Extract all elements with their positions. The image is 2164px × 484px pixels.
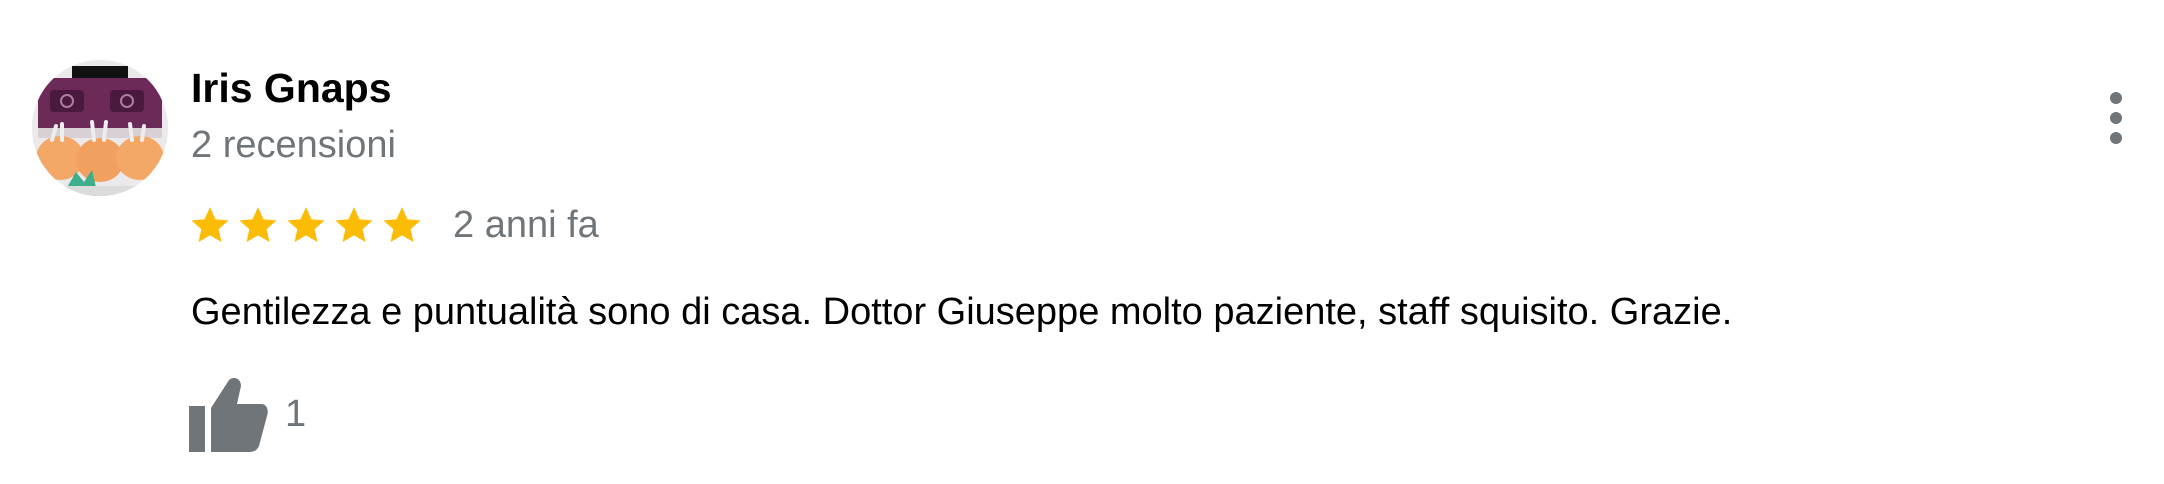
rating-row: 2 anni fa <box>189 200 599 250</box>
reviewer-review-count[interactable]: 2 recensioni <box>191 122 396 168</box>
reviewer-name[interactable]: Iris Gnaps <box>191 63 392 113</box>
star-icon <box>191 207 229 243</box>
star-icon <box>239 207 277 243</box>
review-date: 2 anni fa <box>453 204 599 246</box>
star-rating <box>189 204 429 246</box>
star-icon <box>287 207 325 243</box>
like-count: 1 <box>285 393 307 435</box>
review-card: Iris Gnaps 2 recensioni 2 anni fa Gentil… <box>0 0 2164 484</box>
more-options-button[interactable] <box>2096 88 2136 148</box>
thumbs-up-icon[interactable] <box>189 376 269 452</box>
reviewer-avatar[interactable] <box>32 60 168 196</box>
review-text: Gentilezza e puntualità sono di casa. Do… <box>191 291 1733 333</box>
star-icon <box>383 207 421 243</box>
like-row: 1 <box>189 376 306 452</box>
star-icon <box>335 207 373 243</box>
